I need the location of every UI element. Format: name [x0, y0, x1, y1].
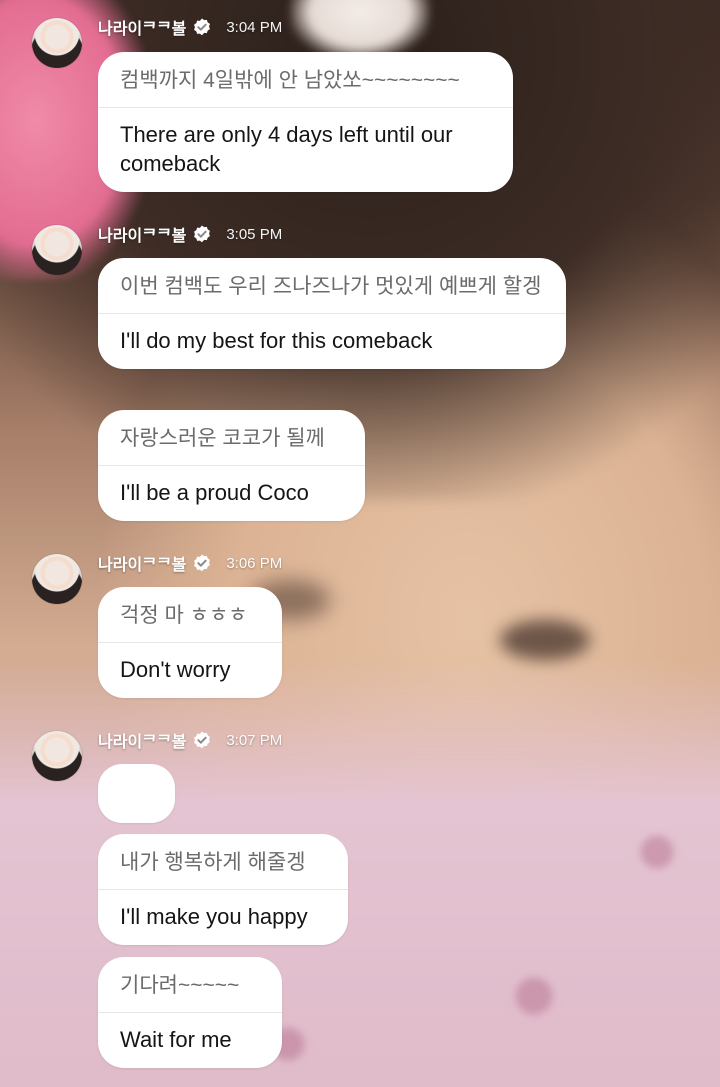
sender-name[interactable]: 나라이ᄏᄏ볼 [98, 728, 186, 752]
sender-name[interactable]: 나라이ᄏᄏ볼 [98, 551, 186, 575]
translated-text: I'll do my best for this comeback [120, 328, 433, 353]
sender-name[interactable]: 나라이ᄏᄏ볼 [98, 15, 186, 39]
sender-avatar[interactable] [32, 554, 82, 604]
message-header: 나라이ᄏᄏ볼 3:06 PM [98, 550, 282, 576]
message-bubble[interactable]: 기다려~~~~~ Wait for me [98, 957, 282, 1068]
message-time: 3:06 PM [226, 554, 283, 572]
verified-badge-icon [192, 224, 212, 244]
original-text: 기다려~~~~~ [98, 957, 282, 1013]
verified-badge-icon [192, 17, 212, 37]
original-text: 내가 행복하게 해줄겡 [98, 834, 348, 890]
message-header: 나라이ᄏᄏ볼 3:04 PM [98, 14, 282, 40]
message-bubble[interactable]: 내가 행복하게 해줄겡 I'll make you happy [98, 834, 348, 945]
translated-text: I'll be a proud Coco [120, 480, 309, 505]
original-text: 컴백까지 4일밖에 안 남았쏘~~~~~~~~ [98, 52, 513, 108]
message-header: 나라이ᄏᄏ볼 3:05 PM [98, 221, 282, 247]
message-time: 3:07 PM [226, 731, 283, 749]
message-bubble[interactable]: 걱정 마 ㅎㅎㅎ Don't worry [98, 587, 282, 698]
sender-avatar[interactable] [32, 18, 82, 68]
message-bubble[interactable]: 이번 컴백도 우리 즈나즈나가 멋있게 예쁘게 할겡 I'll do my be… [98, 258, 566, 369]
message-bubble[interactable]: 컴백까지 4일밖에 안 남았쏘~~~~~~~~ There are only 4… [98, 52, 513, 192]
message-time: 3:05 PM [226, 225, 283, 243]
translated-text: Wait for me [120, 1027, 232, 1052]
message-time: 3:04 PM [226, 18, 283, 36]
sender-name[interactable]: 나라이ᄏᄏ볼 [98, 222, 186, 246]
original-text: 이번 컴백도 우리 즈나즈나가 멋있게 예쁘게 할겡 [98, 258, 566, 314]
translated-text: Don't worry [120, 657, 231, 682]
verified-badge-icon [192, 730, 212, 750]
translated-text: There are only 4 days left until our com… [120, 122, 453, 176]
empty-message-bubble[interactable] [98, 764, 175, 823]
original-text: 자랑스러운 코코가 될께 [98, 410, 365, 466]
sender-avatar[interactable] [32, 225, 82, 275]
message-bubble[interactable]: 자랑스러운 코코가 될께 I'll be a proud Coco [98, 410, 365, 521]
verified-badge-icon [192, 553, 212, 573]
original-text: 걱정 마 ㅎㅎㅎ [98, 587, 282, 643]
translated-text: I'll make you happy [120, 904, 308, 929]
message-header: 나라이ᄏᄏ볼 3:07 PM [98, 727, 282, 753]
sender-avatar[interactable] [32, 731, 82, 781]
chat-thread: 나라이ᄏᄏ볼 3:04 PM 컴백까지 4일밖에 안 남았쏘~~~~~~~~ T… [0, 0, 720, 1087]
